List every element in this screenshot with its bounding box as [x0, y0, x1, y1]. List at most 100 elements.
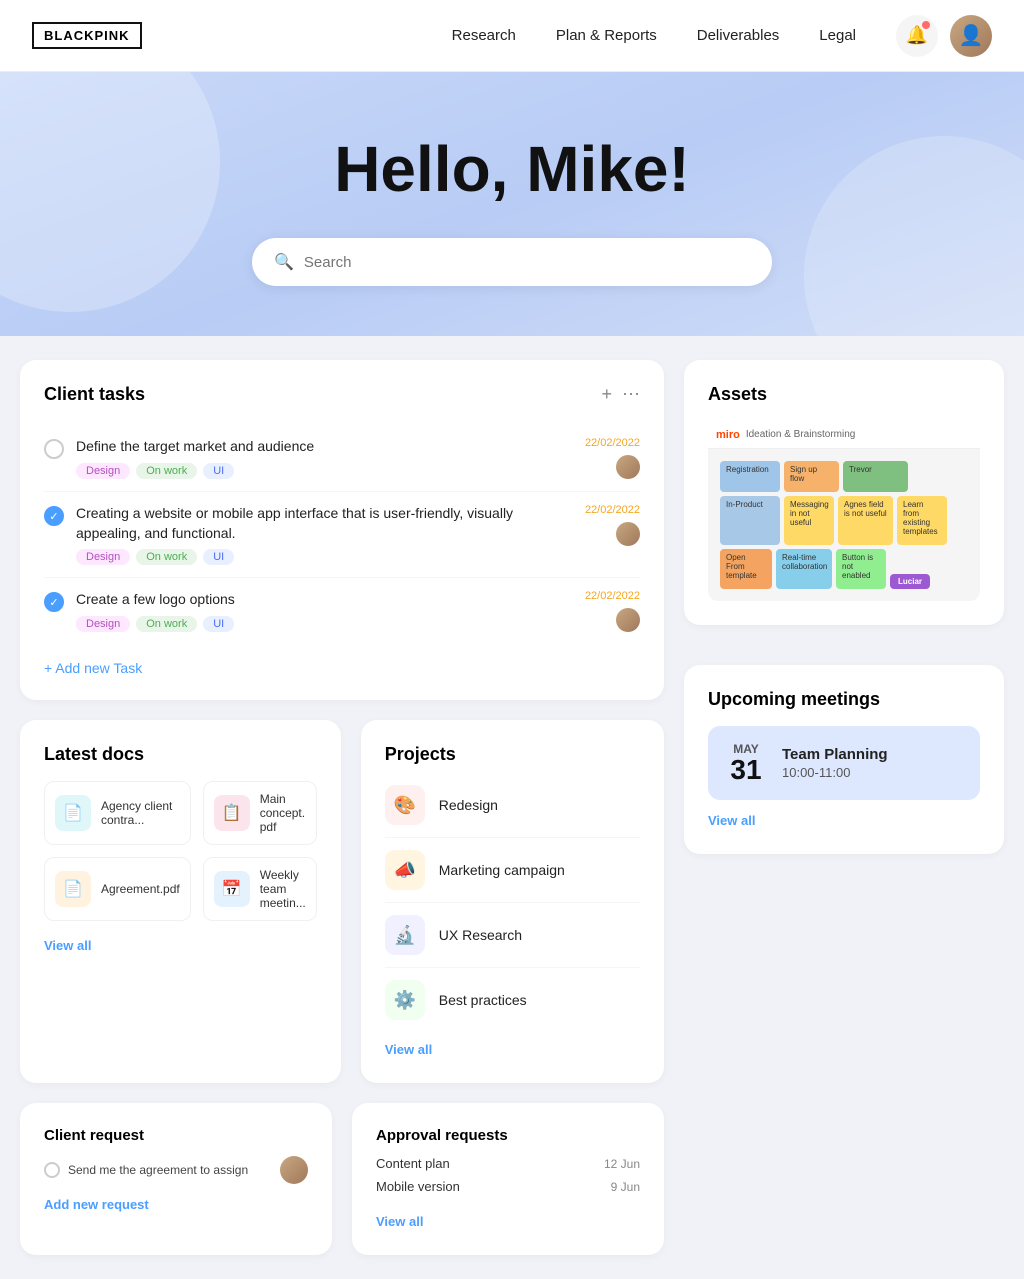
tag-ui: UI [203, 549, 234, 565]
task-assignee-avatar [616, 455, 640, 479]
doc-item[interactable]: 📅 Weekly team meetin... [203, 857, 317, 921]
add-request-button[interactable]: Add new request [44, 1197, 149, 1212]
meetings-view-all-button[interactable]: View all [708, 813, 755, 828]
approval-requests-card: Approval requests Content plan 12 Jun Mo… [352, 1103, 664, 1255]
task-date: 22/02/2022 [585, 437, 640, 449]
add-task-button[interactable]: + Add new Task [44, 660, 142, 676]
request-row: Send me the agreement to assign [44, 1156, 308, 1184]
approval-date: 12 Jun [604, 1157, 640, 1171]
nav-links: Research Plan & Reports Deliverables Leg… [452, 27, 856, 45]
project-name: Marketing campaign [439, 862, 565, 878]
meeting-item[interactable]: May 31 Team Planning 10:00-11:00 [708, 726, 980, 800]
request-avatar [280, 1156, 308, 1184]
project-icon: ⚙️ [385, 980, 425, 1020]
sticky-note: In-Product [720, 496, 780, 545]
client-request-card: Client request Send me the agreement to … [20, 1103, 332, 1255]
nav-plan-reports[interactable]: Plan & Reports [556, 27, 657, 44]
brand-logo[interactable]: BLACKPINK [32, 22, 142, 49]
nav-legal[interactable]: Legal [819, 27, 856, 44]
project-item[interactable]: ⚙️ Best practices [385, 968, 640, 1032]
tasks-header-actions: + ⋯ [601, 384, 640, 405]
project-item[interactable]: 🎨 Redesign [385, 773, 640, 838]
miro-content: Registration Sign up flow Trevor In-Prod… [708, 449, 980, 601]
sticky-note: Agnes field is not useful [838, 496, 893, 545]
project-name: Best practices [439, 992, 527, 1008]
request-text: Send me the agreement to assign [68, 1163, 248, 1177]
task-meta: 22/02/2022 [585, 590, 640, 632]
task-checkbox-done[interactable]: ✓ [44, 592, 64, 612]
task-item: ✓ Creating a website or mobile app inter… [44, 492, 640, 578]
search-bar: 🔍 [252, 238, 772, 286]
tag-design: Design [76, 616, 130, 632]
request-checkbox[interactable] [44, 1162, 60, 1178]
project-icon: 🔬 [385, 915, 425, 955]
tag-ui: UI [203, 463, 234, 479]
miro-logo: miro [716, 429, 740, 441]
task-item: Define the target market and audience De… [44, 425, 640, 492]
sticky-note: Registration [720, 461, 780, 492]
task-checkbox[interactable] [44, 439, 64, 459]
assets-card: Assets miro Ideation & Brainstorming Reg… [684, 360, 1004, 625]
doc-name: Agreement.pdf [101, 882, 180, 896]
task-title: Define the target market and audience [76, 437, 573, 457]
sticky-label: Luciar [890, 574, 930, 589]
meeting-day: 31 [724, 756, 768, 784]
task-meta: 22/02/2022 [585, 504, 640, 546]
projects-view-all-button[interactable]: View all [385, 1042, 432, 1057]
user-avatar[interactable]: 👤 [950, 15, 992, 57]
client-tasks-title: Client tasks [44, 384, 145, 405]
project-icon: 🎨 [385, 785, 425, 825]
main-grid: Client tasks + ⋯ Define the target marke… [0, 336, 1024, 1279]
miro-board-name: Ideation & Brainstorming [746, 429, 856, 440]
doc-name: Agency client contra... [101, 799, 180, 827]
task-tags: Design On work UI [76, 463, 573, 479]
upcoming-meetings-card: Upcoming meetings May 31 Team Planning 1… [684, 665, 1004, 854]
task-title: Create a few logo options [76, 590, 573, 610]
search-icon: 🔍 [274, 252, 294, 272]
hero-greeting: Hello, Mike! [20, 132, 1004, 206]
assets-title: Assets [708, 384, 980, 405]
task-checkbox-done[interactable]: ✓ [44, 506, 64, 526]
nav-actions: 🔔 👤 [896, 15, 992, 57]
client-tasks-card: Client tasks + ⋯ Define the target marke… [20, 360, 664, 700]
project-item[interactable]: 🔬 UX Research [385, 903, 640, 968]
approval-item: Content plan 12 Jun [376, 1156, 640, 1171]
lower-row: Latest docs 📄 Agency client contra... 📋 … [20, 720, 664, 1083]
search-input[interactable] [304, 254, 750, 271]
assets-preview[interactable]: miro Ideation & Brainstorming Registrati… [708, 421, 980, 601]
tag-ui: UI [203, 616, 234, 632]
doc-icon: 📅 [214, 871, 250, 907]
task-content: Creating a website or mobile app interfa… [76, 504, 573, 565]
doc-item[interactable]: 📄 Agency client contra... [44, 781, 191, 845]
approval-name: Content plan [376, 1156, 450, 1171]
latest-docs-card: Latest docs 📄 Agency client contra... 📋 … [20, 720, 341, 1083]
docs-view-all-button[interactable]: View all [44, 938, 91, 953]
project-item[interactable]: 📣 Marketing campaign [385, 838, 640, 903]
doc-item[interactable]: 📄 Agreement.pdf [44, 857, 191, 921]
doc-name: Main concept. pdf [260, 792, 306, 834]
task-assignee-avatar [616, 522, 640, 546]
more-options-icon[interactable]: ⋯ [622, 384, 640, 405]
client-request-title: Client request [44, 1127, 308, 1144]
meeting-time: 10:00-11:00 [782, 765, 888, 780]
navbar: BLACKPINK Research Plan & Reports Delive… [0, 0, 1024, 72]
bottom-row: Client request Send me the agreement to … [20, 1103, 664, 1255]
notification-bell[interactable]: 🔔 [896, 15, 938, 57]
doc-item[interactable]: 📋 Main concept. pdf [203, 781, 317, 845]
notification-badge [922, 21, 930, 29]
doc-icon: 📄 [55, 871, 91, 907]
add-task-icon[interactable]: + [601, 384, 612, 405]
latest-docs-title: Latest docs [44, 744, 317, 765]
approval-title: Approval requests [376, 1127, 640, 1144]
meeting-name: Team Planning [782, 746, 888, 763]
doc-icon: 📄 [55, 795, 91, 831]
task-date: 22/02/2022 [585, 504, 640, 516]
approval-date: 9 Jun [611, 1180, 640, 1194]
sticky-note: Learn from existing templates [897, 496, 947, 545]
approval-item: Mobile version 9 Jun [376, 1179, 640, 1194]
meeting-date: May 31 [724, 742, 768, 784]
nav-research[interactable]: Research [452, 27, 516, 44]
approval-view-all-button[interactable]: View all [376, 1214, 423, 1229]
right-column: Assets miro Ideation & Brainstorming Reg… [684, 360, 1004, 1255]
nav-deliverables[interactable]: Deliverables [697, 27, 780, 44]
